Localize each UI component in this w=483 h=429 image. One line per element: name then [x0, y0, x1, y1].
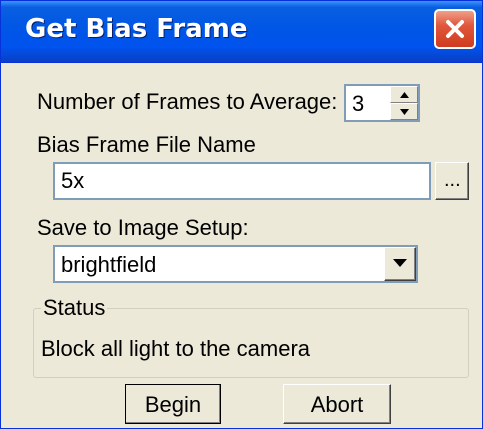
frames-to-average-label: Number of Frames to Average:: [37, 89, 338, 114]
status-message: Block all light to the camera: [41, 336, 311, 361]
frames-to-average-spinner[interactable]: 3: [344, 84, 420, 122]
abort-button-label: Abort: [310, 392, 364, 417]
bias-file-name-input[interactable]: 5x: [53, 162, 431, 200]
dropdown-arrow-button[interactable]: [384, 247, 416, 281]
chevron-down-icon: [393, 259, 407, 267]
image-setup-dropdown[interactable]: brightfield: [53, 245, 418, 283]
arrow-up-icon: [400, 92, 409, 98]
abort-button[interactable]: Abort: [283, 384, 391, 424]
spinner-up-button[interactable]: [390, 86, 418, 103]
bias-file-name-value: 5x: [61, 168, 85, 193]
image-setup-selected: brightfield: [61, 252, 157, 277]
browse-button[interactable]: ...: [435, 162, 469, 200]
arrow-down-icon: [400, 109, 409, 115]
title-bar[interactable]: Get Bias Frame: [1, 1, 482, 63]
status-group-label: Status: [41, 295, 108, 321]
frames-to-average-value[interactable]: 3: [352, 91, 364, 117]
bias-file-name-label: Bias Frame File Name: [37, 132, 256, 157]
get-bias-frame-dialog: Get Bias Frame Number of Frames to Avera…: [0, 0, 483, 429]
browse-button-label: ...: [444, 169, 461, 191]
begin-button[interactable]: Begin: [125, 384, 221, 424]
close-icon: [446, 20, 464, 38]
close-button[interactable]: [434, 9, 476, 49]
begin-button-label: Begin: [144, 392, 202, 417]
spinner-down-button[interactable]: [390, 103, 418, 120]
spinner-buttons: [390, 86, 418, 120]
image-setup-label: Save to Image Setup:: [37, 215, 249, 240]
window-title: Get Bias Frame: [25, 14, 248, 44]
